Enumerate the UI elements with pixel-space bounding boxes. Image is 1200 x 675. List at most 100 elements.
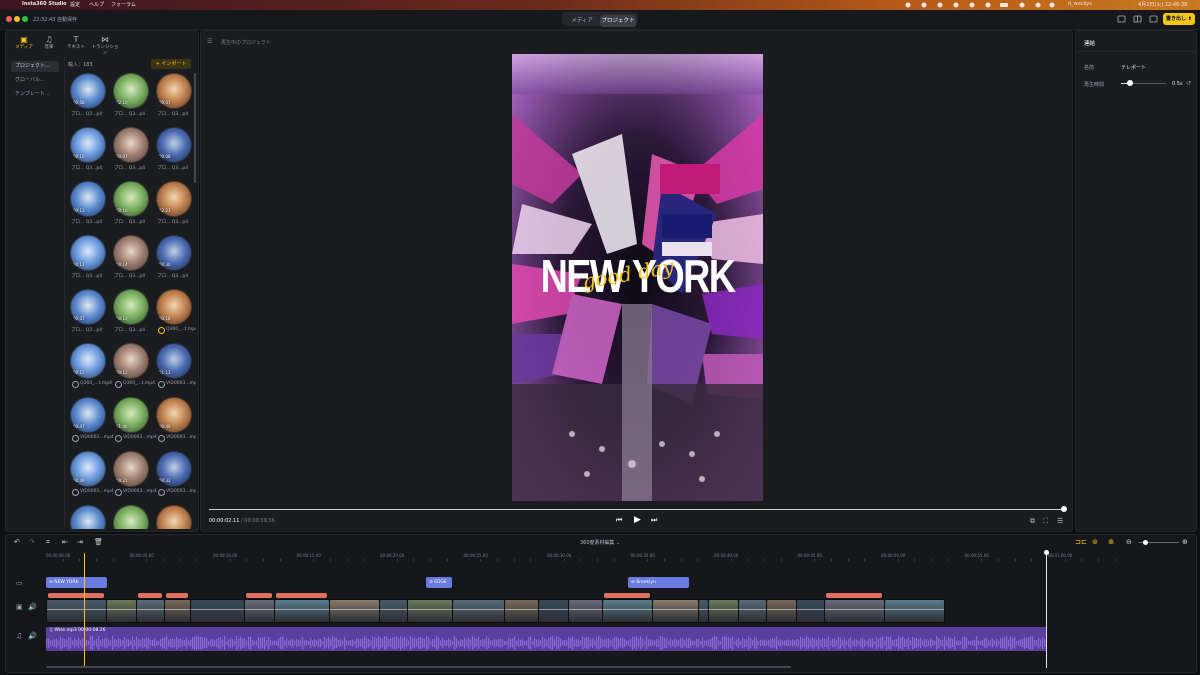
media-select-radio[interactable] [158,489,165,496]
video-clip[interactable] [244,599,275,623]
media-thumbnail[interactable]: 00:21 [113,451,149,487]
video-clip[interactable] [106,599,137,623]
video-clip[interactable] [407,599,453,623]
media-thumbnail[interactable]: 00:13 [70,181,106,217]
media-select-radio[interactable] [158,435,165,442]
media-thumbnail[interactable]: 00:11 [70,235,106,271]
media-thumbnail[interactable]: 00:08 [156,127,192,163]
media-thumbnail[interactable]: 00:12 [113,343,149,379]
end-marker[interactable] [1046,553,1047,668]
video-clip[interactable] [766,599,797,623]
menu-forum[interactable]: フォーラム [111,1,136,8]
export-button[interactable]: 書き出し ⬆ [1163,13,1195,25]
video-clip[interactable] [46,599,107,623]
split-icon[interactable]: ⌗ [46,538,50,547]
media-thumbnail[interactable]: 00:30 [156,235,192,271]
menu-help[interactable]: ヘルプ [89,1,104,8]
category-project[interactable]: プロジェクト... [11,61,59,72]
video-clip[interactable] [568,599,603,623]
next-frame-icon[interactable]: ⏭ [651,516,657,525]
media-thumbnail[interactable]: 00:12 [70,343,106,379]
transition-marker[interactable] [826,593,882,598]
close-window-button[interactable] [6,16,12,22]
video-clip[interactable] [708,599,739,623]
media-select-radio[interactable] [72,435,79,442]
video-clip[interactable] [452,599,505,623]
media-thumbnail[interactable]: 00:08 [70,73,106,109]
media-thumbnail[interactable]: 00:49 [156,397,192,433]
edit-mode-dropdown[interactable]: 360度素材編集 ⌄ [580,539,620,546]
media-select-radio[interactable] [115,381,122,388]
end-marker-handle[interactable] [1044,550,1049,555]
reset-icon[interactable]: ↺ [1186,80,1191,87]
media-select-radio[interactable] [115,435,122,442]
minimize-window-button[interactable] [14,16,20,22]
video-track-mute-icon[interactable]: 🔊 [28,603,37,611]
video-clip[interactable] [504,599,539,623]
trim-right-icon[interactable]: ⇥ [77,538,83,546]
media-thumbnail[interactable]: 00:07 [156,73,192,109]
transition-marker[interactable] [604,593,650,598]
zoom-slider-handle[interactable] [1143,540,1148,545]
sidebar-tab-transition[interactable]: ⋈ トランジション [90,35,120,56]
audio-clip[interactable]: ♫ Wise.mp3 00:00:08.26 [46,627,1047,651]
media-select-radio[interactable] [115,489,122,496]
video-clip[interactable] [738,599,767,623]
menu-icon[interactable]: ☰ [207,38,212,45]
transition-marker[interactable] [166,593,188,598]
media-select-radio[interactable] [158,381,165,388]
media-thumbnail[interactable]: 02:21 [156,181,192,217]
media-select-radio[interactable] [158,327,165,334]
transition-marker[interactable] [48,593,104,598]
menu-user[interactable]: d_wackys [1068,1,1092,7]
redo-icon[interactable]: ↷ [29,538,35,546]
duration-slider-handle[interactable] [1127,80,1133,86]
text-clip[interactable]: ⊘ Brooklyn [628,577,689,588]
video-clip[interactable] [329,599,380,623]
transition-marker[interactable] [138,593,162,598]
snap-icon[interactable]: ⊐⊏ [1075,538,1087,546]
zoom-in-icon[interactable]: ⊕ [1182,538,1188,546]
link-icon[interactable]: ⊚ [1092,538,1098,546]
zoom-window-button[interactable] [22,16,28,22]
video-clip[interactable] [824,599,885,623]
transition-marker[interactable] [276,593,327,598]
video-clip[interactable] [538,599,569,623]
media-thumbnail[interactable] [113,505,149,529]
snapshot-icon[interactable]: ⧉ [1030,517,1035,526]
video-clip[interactable] [190,599,245,623]
media-select-radio[interactable] [72,381,79,388]
tab-media[interactable]: メディア [564,15,600,27]
scrubber-track[interactable] [209,509,1066,510]
video-preview[interactable]: NEW YORK good day [512,54,763,501]
playhead[interactable] [84,553,85,668]
transition-marker[interactable] [246,593,272,598]
scrubber-handle[interactable] [1061,506,1067,512]
media-select-radio[interactable] [72,489,79,496]
trim-left-icon[interactable]: ⇤ [62,538,68,546]
tab-project[interactable]: プロジェクト [600,15,636,27]
layout-icons[interactable] [1117,15,1161,24]
sidebar-tab-media[interactable]: ▣ メディア [14,35,34,50]
category-template[interactable]: テンプレート... [11,89,59,100]
video-track[interactable] [46,593,1047,623]
media-thumbnail[interactable]: 02:10 [113,73,149,109]
menu-clock[interactable]: 4月2日(火) 22:46:38 [1138,1,1187,8]
media-thumbnail[interactable]: 00:49 [70,451,106,487]
video-clip[interactable] [136,599,165,623]
media-thumbnail[interactable]: 01:00 [113,397,149,433]
music-track-mute-icon[interactable]: 🔊 [28,632,37,640]
video-clip[interactable] [796,599,825,623]
video-clip[interactable] [379,599,408,623]
menu-app-name[interactable]: Insta360 Studio [22,1,67,7]
text-clip[interactable]: ⊘ NEW YORK [46,577,107,588]
media-thumbnail[interactable]: 00:18 [156,289,192,325]
media-thumbnail[interactable] [70,505,106,529]
video-clip[interactable] [602,599,653,623]
previous-frame-icon[interactable]: ⏮ [616,516,622,525]
play-icon[interactable]: ▶ [634,515,641,525]
media-thumbnail[interactable]: 00:10 [113,181,149,217]
media-thumbnail[interactable]: 00:32 [156,451,192,487]
media-thumbnail[interactable]: 00:10 [70,127,106,163]
media-thumbnail[interactable]: 01:13 [156,343,192,379]
